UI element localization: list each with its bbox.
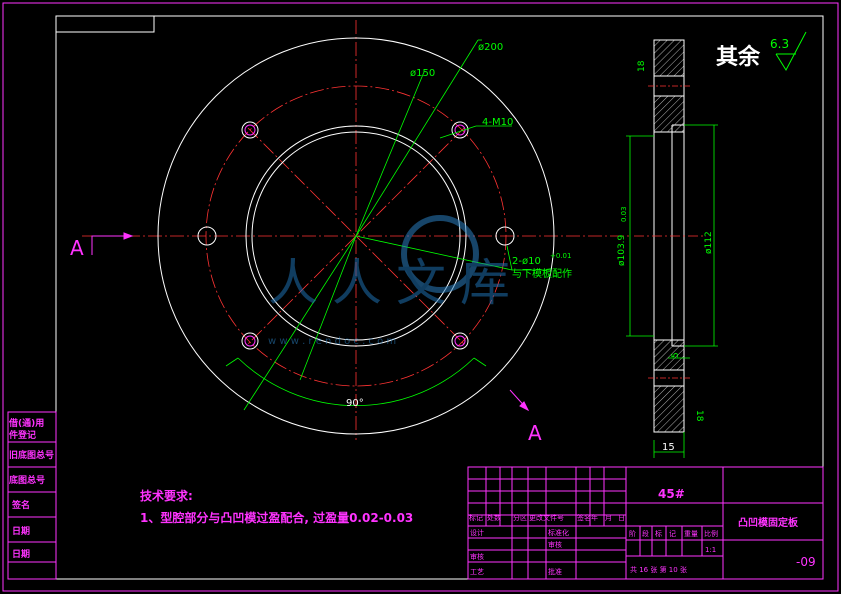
roughness-label: 其余: [716, 44, 761, 70]
role-process: 工艺: [470, 568, 484, 576]
svg-text:更改文件号: 更改文件号: [529, 513, 564, 522]
title-part-name: 凸凹模固定板: [738, 516, 799, 529]
dim-holes: 4-M10: [482, 117, 513, 128]
dim-18-top: 18: [637, 60, 647, 72]
svg-text:日: 日: [618, 514, 625, 522]
title-scale: 1:1: [705, 546, 716, 554]
svg-text:签名: 签名: [577, 513, 591, 522]
section-mark-a: A: [70, 236, 84, 260]
stage-headers: 阶 段 标 记 重量 比例: [629, 529, 718, 538]
role-design: 设计: [470, 528, 484, 537]
strip-label: 底图总号: [9, 474, 45, 486]
svg-text:分区: 分区: [513, 513, 527, 522]
dim-angle: 90°: [346, 398, 364, 409]
strip-label: 旧底图总号: [9, 449, 54, 461]
strip-label: 日期: [12, 548, 30, 560]
svg-text:月: 月: [605, 514, 612, 522]
svg-text:标记: 标记: [469, 513, 483, 522]
dim-pins-tol: +0.01: [550, 252, 571, 260]
dim-d150: ø150: [410, 68, 435, 79]
dim-5: 5: [671, 352, 681, 358]
dim-d112: ø112: [704, 231, 714, 254]
strip-label: 借(通)用: [8, 417, 44, 429]
role-approve: 批准: [548, 567, 562, 576]
title-sheet: 共 16 张 第 10 张: [630, 565, 687, 574]
section-mark-a-right: A: [528, 421, 542, 445]
role-review: 审核: [470, 552, 484, 561]
title-drawing-no: -09: [796, 555, 816, 569]
tech-heading: 技术要求:: [140, 488, 193, 503]
svg-text:年: 年: [591, 513, 598, 522]
title-material: 45#: [658, 487, 685, 501]
svg-text:记: 记: [669, 530, 676, 538]
strip-label: 日期: [12, 525, 30, 537]
svg-text:标: 标: [655, 529, 662, 538]
svg-text:处数: 处数: [487, 513, 501, 522]
svg-text:阶: 阶: [629, 529, 636, 538]
strip-label: 件登记: [9, 429, 36, 441]
role-check: 审核: [548, 540, 562, 549]
strip-label: 签名: [11, 499, 30, 511]
tech-item-1: 1、型腔部分与凸凹模过盈配合, 过盈量0.02-0.03: [140, 510, 413, 525]
role-standard: 标准化: [548, 528, 569, 537]
dim-18-bottom: 18: [694, 410, 704, 422]
svg-text:段: 段: [642, 529, 649, 538]
cad-drawing: ø200 ø150 4-M10 2-ø10 +0.01 与下模板配作 90° A…: [0, 0, 841, 594]
dim-d103: ø103.9: [617, 234, 627, 266]
svg-text:比例: 比例: [704, 529, 718, 538]
svg-text:重量: 重量: [684, 530, 698, 538]
dim-15: 15: [662, 442, 675, 453]
roughness-value: 6.3: [770, 37, 789, 51]
watermark-text: 人人文库: [268, 254, 524, 312]
watermark-url: w w w . r e n d o c . c o m: [268, 336, 396, 347]
dim-d103-fit: 0.03: [620, 206, 628, 222]
dim-d200: ø200: [478, 42, 503, 53]
